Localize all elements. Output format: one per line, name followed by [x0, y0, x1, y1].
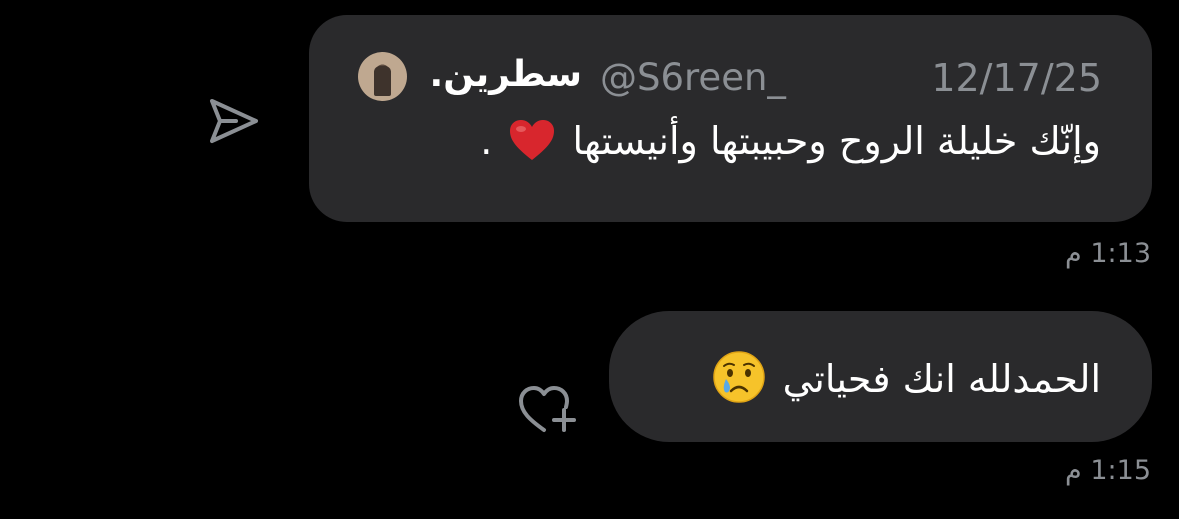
quoted-tweet-suffix: . — [480, 119, 493, 163]
display-name: سطرين. — [429, 54, 582, 95]
avatar-figure — [374, 66, 391, 96]
quoted-tweet-header: سطرين. @S6reen_ 12/17/25 — [350, 52, 1102, 104]
quoted-tweet-text: وإنّك خليلة الروح وحبيبتها وأنيستها . — [480, 118, 1101, 163]
quoted-tweet-body: وإنّك خليلة الروح وحبيبتها وأنيستها — [572, 119, 1101, 163]
message-timestamp: 1:15 م — [1065, 455, 1151, 486]
red-heart-emoji-icon — [510, 120, 555, 160]
message-timestamp: 1:13 م — [1065, 238, 1151, 269]
add-reaction-heart-icon[interactable] — [516, 380, 582, 436]
message-text-row: الحمدلله انك فحياتي — [708, 350, 1101, 404]
share-arrow-icon[interactable] — [206, 97, 260, 145]
tweet-date: 12/17/25 — [931, 56, 1102, 100]
crying-face-emoji-icon — [713, 351, 766, 403]
message-text: الحمدلله انك فحياتي — [782, 357, 1101, 401]
user-handle: @S6reen_ — [600, 56, 786, 99]
avatar[interactable] — [358, 52, 407, 101]
